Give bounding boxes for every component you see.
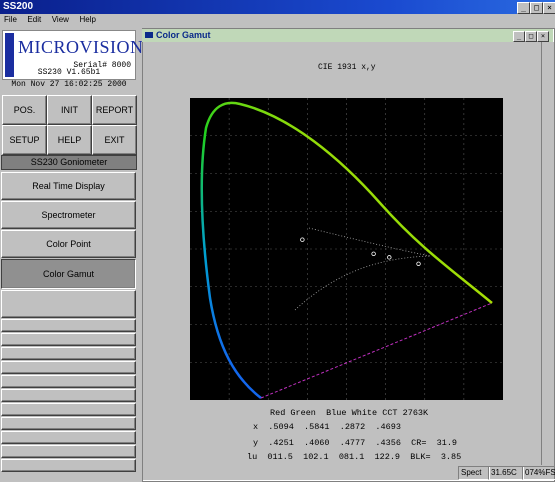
menu-help[interactable]: Help: [79, 14, 95, 26]
help-button[interactable]: HELP: [47, 125, 92, 155]
window-title: Color Gamut: [156, 30, 211, 40]
goniometer-header: SS230 Goniometer: [1, 155, 137, 170]
gamut-line: [294, 255, 431, 311]
nav-blank-6[interactable]: [1, 389, 136, 402]
chart-grid: [190, 98, 503, 400]
setup-button[interactable]: SETUP: [2, 125, 47, 155]
purple-line: [260, 302, 493, 399]
child-minimize-button[interactable]: _: [513, 31, 525, 42]
version-text: SS230 V1.65b1: [37, 68, 101, 77]
spectral-locus: [200, 101, 493, 399]
app-title-bar: SS200 _ □ ×: [0, 0, 555, 14]
menu-view[interactable]: View: [52, 14, 69, 26]
table-row-lu: lu 011.5 102.1 081.1 122.9 BLK= 3.85: [247, 452, 462, 462]
planckian-locus: [308, 227, 431, 257]
date-time: Mon Nov 27 16:02:25 2000: [11, 80, 127, 89]
nav-blank-4[interactable]: [1, 361, 136, 374]
gamut-point: [371, 251, 376, 257]
status-temp: 31.65C: [488, 466, 524, 480]
cie-chart: [190, 98, 503, 400]
child-restore-button[interactable]: □: [525, 31, 537, 42]
nav-blank-1[interactable]: [1, 319, 136, 332]
gamut-point: [416, 261, 421, 266]
cie-chart-svg: [190, 98, 503, 400]
nav-blank-8[interactable]: [1, 417, 136, 430]
table-row-y: y .4251 .4060 .4777 .4356 CR= 31.9: [253, 438, 458, 448]
table-row-x: x .5094 .5841 .2872 .4693: [253, 422, 401, 432]
menu-bar: File Edit View Help: [0, 14, 555, 26]
nav-color-point[interactable]: Color Point: [1, 230, 136, 258]
chart-title: CIE 1931 x,y: [318, 63, 376, 72]
table-header: Red Green Blue White CCT 2763K: [270, 408, 429, 418]
gamut-point: [300, 237, 305, 242]
gamut-points: [300, 237, 421, 266]
nav-blank-7[interactable]: [1, 403, 136, 416]
nav-empty-slot[interactable]: [1, 290, 136, 318]
status-spect: Spect: [458, 466, 490, 480]
brand-name: MICROVISION: [18, 37, 144, 57]
nav-blank-10[interactable]: [1, 445, 136, 458]
nav-spectrometer[interactable]: Spectrometer: [1, 201, 136, 229]
nav-blank-3[interactable]: [1, 347, 136, 360]
nav-blank-11[interactable]: [1, 459, 136, 472]
nav-real-time-display[interactable]: Real Time Display: [1, 172, 136, 200]
minimize-button[interactable]: _: [517, 2, 530, 14]
child-close-button[interactable]: ×: [537, 31, 549, 42]
vertical-scrollbar[interactable]: [541, 42, 554, 480]
gamut-point: [387, 255, 392, 260]
nav-blank-5[interactable]: [1, 375, 136, 388]
app-title: SS200: [3, 1, 34, 12]
color-gamut-title-bar: Color Gamut _ □ ×: [142, 29, 553, 42]
close-button[interactable]: ×: [543, 2, 555, 14]
window-icon: [145, 32, 153, 38]
exit-button[interactable]: EXIT: [92, 125, 137, 155]
pos-button[interactable]: POS.: [2, 95, 47, 125]
nav-blank-9[interactable]: [1, 431, 136, 444]
status-pct: 074%FS: [522, 466, 555, 480]
menu-edit[interactable]: Edit: [27, 14, 41, 26]
report-button[interactable]: REPORT: [92, 95, 137, 125]
init-button[interactable]: INIT: [47, 95, 92, 125]
nav-color-gamut[interactable]: Color Gamut: [1, 259, 136, 289]
nav-blank-2[interactable]: [1, 333, 136, 346]
menu-file[interactable]: File: [4, 14, 17, 26]
maximize-button[interactable]: □: [530, 2, 543, 14]
